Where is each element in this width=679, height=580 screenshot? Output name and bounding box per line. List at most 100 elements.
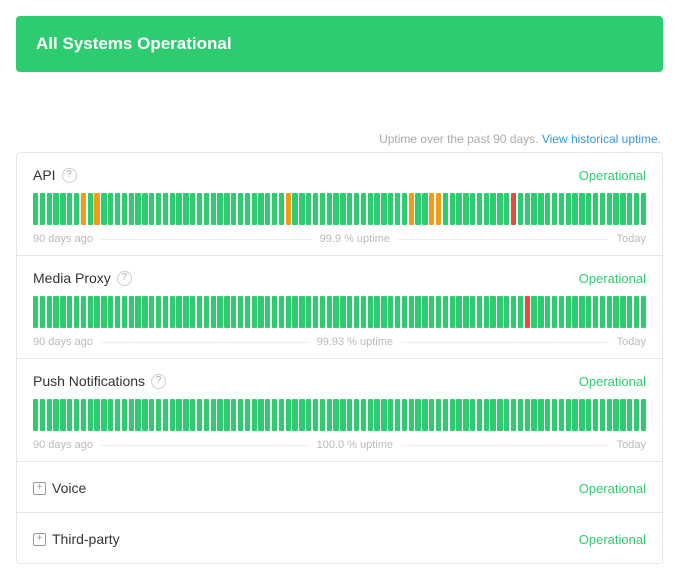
uptime-day-bar[interactable]: [190, 399, 195, 431]
uptime-day-bar[interactable]: [299, 399, 304, 431]
uptime-day-bar[interactable]: [53, 399, 58, 431]
uptime-day-bar[interactable]: [436, 399, 441, 431]
uptime-day-bar[interactable]: [429, 193, 434, 225]
help-icon[interactable]: ?: [62, 168, 77, 183]
uptime-day-bar[interactable]: [463, 399, 468, 431]
uptime-day-bar[interactable]: [231, 193, 236, 225]
uptime-day-bar[interactable]: [552, 296, 557, 328]
uptime-day-bar[interactable]: [566, 193, 571, 225]
uptime-day-bar[interactable]: [518, 399, 523, 431]
uptime-day-bar[interactable]: [497, 296, 502, 328]
uptime-day-bar[interactable]: [429, 399, 434, 431]
uptime-day-bar[interactable]: [279, 193, 284, 225]
uptime-day-bar[interactable]: [374, 399, 379, 431]
uptime-day-bar[interactable]: [245, 296, 250, 328]
uptime-day-bar[interactable]: [88, 399, 93, 431]
uptime-day-bar[interactable]: [135, 296, 140, 328]
uptime-day-bar[interactable]: [559, 193, 564, 225]
uptime-day-bar[interactable]: [245, 399, 250, 431]
uptime-day-bar[interactable]: [47, 399, 52, 431]
uptime-day-bar[interactable]: [94, 296, 99, 328]
uptime-day-bar[interactable]: [224, 399, 229, 431]
uptime-day-bar[interactable]: [183, 193, 188, 225]
uptime-day-bar[interactable]: [634, 193, 639, 225]
uptime-day-bar[interactable]: [333, 296, 338, 328]
uptime-day-bar[interactable]: [40, 399, 45, 431]
uptime-day-bar[interactable]: [40, 193, 45, 225]
uptime-day-bar[interactable]: [190, 193, 195, 225]
uptime-day-bar[interactable]: [60, 399, 65, 431]
uptime-day-bar[interactable]: [183, 399, 188, 431]
uptime-day-bar[interactable]: [292, 399, 297, 431]
uptime-day-bar[interactable]: [641, 296, 646, 328]
uptime-day-bar[interactable]: [258, 296, 263, 328]
uptime-day-bar[interactable]: [340, 399, 345, 431]
uptime-day-bar[interactable]: [361, 296, 366, 328]
uptime-day-bar[interactable]: [60, 193, 65, 225]
uptime-day-bar[interactable]: [74, 399, 79, 431]
uptime-day-bar[interactable]: [497, 399, 502, 431]
uptime-day-bar[interactable]: [231, 296, 236, 328]
uptime-day-bar[interactable]: [518, 193, 523, 225]
uptime-day-bar[interactable]: [409, 296, 414, 328]
uptime-day-bar[interactable]: [531, 399, 536, 431]
historical-uptime-link[interactable]: View historical uptime.: [542, 132, 661, 146]
uptime-day-bar[interactable]: [402, 296, 407, 328]
uptime-day-bar[interactable]: [600, 399, 605, 431]
uptime-day-bar[interactable]: [545, 193, 550, 225]
uptime-day-bar[interactable]: [559, 399, 564, 431]
uptime-day-bar[interactable]: [142, 399, 147, 431]
uptime-day-bar[interactable]: [94, 399, 99, 431]
uptime-day-bar[interactable]: [620, 399, 625, 431]
uptime-day-bar[interactable]: [607, 296, 612, 328]
uptime-day-bar[interactable]: [252, 399, 257, 431]
uptime-day-bar[interactable]: [593, 399, 598, 431]
uptime-day-bar[interactable]: [306, 193, 311, 225]
uptime-day-bar[interactable]: [101, 296, 106, 328]
uptime-day-bar[interactable]: [224, 193, 229, 225]
uptime-day-bar[interactable]: [129, 399, 134, 431]
uptime-day-bar[interactable]: [470, 399, 475, 431]
uptime-day-bar[interactable]: [415, 399, 420, 431]
uptime-day-bar[interactable]: [217, 193, 222, 225]
uptime-day-bar[interactable]: [238, 193, 243, 225]
uptime-day-bar[interactable]: [67, 399, 72, 431]
uptime-day-bar[interactable]: [272, 193, 277, 225]
uptime-day-bar[interactable]: [190, 296, 195, 328]
uptime-day-bar[interactable]: [552, 399, 557, 431]
uptime-day-bar[interactable]: [320, 399, 325, 431]
uptime-day-bar[interactable]: [81, 193, 86, 225]
uptime-day-bar[interactable]: [74, 193, 79, 225]
uptime-day-bar[interactable]: [252, 296, 257, 328]
uptime-day-bar[interactable]: [122, 296, 127, 328]
uptime-day-bar[interactable]: [354, 399, 359, 431]
uptime-day-bar[interactable]: [504, 399, 509, 431]
uptime-day-bar[interactable]: [135, 193, 140, 225]
uptime-day-bar[interactable]: [33, 296, 38, 328]
uptime-day-bar[interactable]: [122, 399, 127, 431]
uptime-day-bar[interactable]: [81, 296, 86, 328]
uptime-day-bar[interactable]: [470, 193, 475, 225]
uptime-day-bar[interactable]: [149, 296, 154, 328]
uptime-day-bar[interactable]: [579, 399, 584, 431]
uptime-day-bar[interactable]: [60, 296, 65, 328]
uptime-day-bar[interactable]: [286, 193, 291, 225]
uptime-day-bar[interactable]: [279, 296, 284, 328]
uptime-day-bar[interactable]: [511, 193, 516, 225]
uptime-day-bar[interactable]: [53, 296, 58, 328]
uptime-day-bar[interactable]: [94, 193, 99, 225]
uptime-day-bar[interactable]: [620, 193, 625, 225]
uptime-day-bar[interactable]: [340, 296, 345, 328]
uptime-day-bar[interactable]: [381, 296, 386, 328]
uptime-day-bar[interactable]: [258, 399, 263, 431]
uptime-day-bar[interactable]: [572, 193, 577, 225]
uptime-day-bar[interactable]: [156, 399, 161, 431]
uptime-day-bar[interactable]: [470, 296, 475, 328]
uptime-day-bar[interactable]: [525, 296, 530, 328]
uptime-day-bar[interactable]: [607, 193, 612, 225]
uptime-day-bar[interactable]: [81, 399, 86, 431]
uptime-day-bar[interactable]: [74, 296, 79, 328]
uptime-day-bar[interactable]: [368, 193, 373, 225]
uptime-day-bar[interactable]: [101, 193, 106, 225]
uptime-day-bar[interactable]: [279, 399, 284, 431]
